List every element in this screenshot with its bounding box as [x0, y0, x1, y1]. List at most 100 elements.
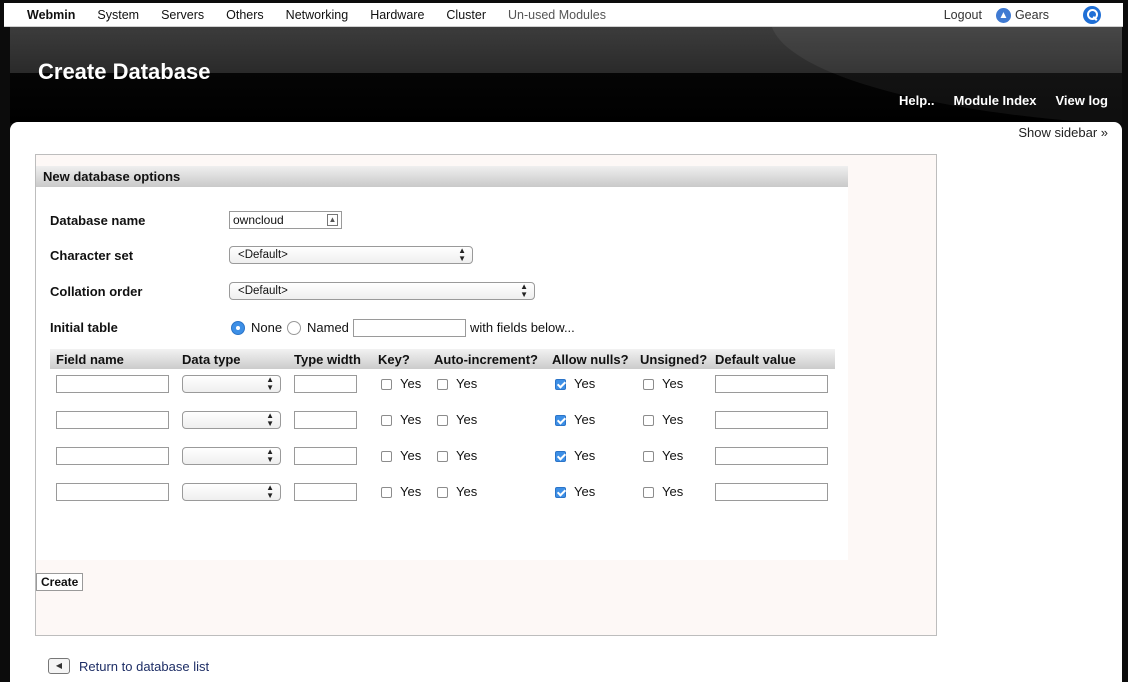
yes-label: Yes: [400, 376, 422, 391]
type-width-input[interactable]: [294, 447, 357, 465]
menu-hardware[interactable]: Hardware: [370, 8, 424, 22]
header-decoration: [770, 27, 1122, 123]
col-default-value: Default value: [715, 352, 796, 367]
none-radio[interactable]: [231, 321, 245, 335]
contact-card-icon[interactable]: ▲: [327, 214, 338, 226]
collation-select[interactable]: <Default> ▲ ▼: [229, 282, 535, 300]
charset-select[interactable]: <Default> ▲ ▼: [229, 246, 473, 264]
unsigned-checkbox[interactable]: [643, 487, 654, 498]
return-link-label: Return to database list: [79, 658, 210, 674]
auto-increment-checkbox[interactable]: [437, 415, 448, 426]
logout-link[interactable]: Logout: [944, 8, 982, 22]
gears-label: Gears: [1014, 8, 1049, 22]
yes-label: Yes: [456, 376, 478, 391]
yes-label: Yes: [456, 412, 478, 427]
key-checkbox[interactable]: [381, 415, 392, 426]
default-value-input[interactable]: [715, 375, 828, 393]
top-menu-bar: Webmin System Servers Others Networking …: [4, 3, 1123, 27]
col-allow-nulls: Allow nulls?: [552, 352, 629, 367]
select-arrows-icon: ▲ ▼: [266, 411, 274, 428]
select-arrows-icon: ▲ ▼: [266, 375, 274, 392]
header-links: Help.. Module Index View log: [880, 93, 1108, 108]
menu-cluster[interactable]: Cluster: [446, 8, 486, 22]
named-label: Named: [307, 320, 349, 335]
field-name-input[interactable]: [56, 447, 169, 465]
key-checkbox[interactable]: [381, 451, 392, 462]
col-unsigned: Unsigned?: [640, 352, 708, 367]
yes-label: Yes: [574, 448, 596, 463]
db-name-value: owncloud: [233, 213, 284, 227]
top-right-controls: Logout ▲ Gears: [944, 3, 1123, 27]
unsigned-checkbox[interactable]: [643, 379, 654, 390]
help-link[interactable]: Help..: [899, 93, 934, 108]
named-table-input[interactable]: [353, 319, 466, 337]
menu-unused-modules[interactable]: Un-used Modules: [508, 8, 606, 22]
auto-increment-checkbox[interactable]: [437, 451, 448, 462]
menu-networking[interactable]: Networking: [286, 8, 349, 22]
data-type-select[interactable]: ▲ ▼: [182, 411, 281, 429]
return-link[interactable]: ◀ Return to database list: [48, 658, 209, 674]
view-log-link[interactable]: View log: [1056, 93, 1109, 108]
show-sidebar-link[interactable]: Show sidebar »: [1018, 125, 1108, 140]
yes-label: Yes: [400, 484, 422, 499]
select-arrows-icon: ▲ ▼: [266, 447, 274, 464]
allow-nulls-checkbox[interactable]: [555, 415, 566, 426]
field-name-input[interactable]: [56, 411, 169, 429]
yes-label: Yes: [662, 484, 684, 499]
auto-increment-checkbox[interactable]: [437, 487, 448, 498]
yes-label: Yes: [662, 412, 684, 427]
menu-others[interactable]: Others: [226, 8, 264, 22]
key-checkbox[interactable]: [381, 379, 392, 390]
col-data-type: Data type: [182, 352, 241, 367]
module-index-link[interactable]: Module Index: [953, 93, 1036, 108]
yes-label: Yes: [574, 376, 596, 391]
menu-servers[interactable]: Servers: [161, 8, 204, 22]
back-arrow-icon: ◀: [48, 658, 70, 674]
gears-link[interactable]: ▲ Gears: [995, 7, 1049, 23]
db-name-input[interactable]: owncloud ▲: [229, 211, 342, 229]
form-panel: New database options Database name owncl…: [35, 154, 937, 636]
charset-label: Character set: [50, 248, 134, 263]
default-value-input[interactable]: [715, 483, 828, 501]
default-value-input[interactable]: [715, 447, 828, 465]
fields-below-text: with fields below...: [470, 320, 575, 335]
main-nav: Webmin System Servers Others Networking …: [4, 3, 606, 27]
named-radio[interactable]: [287, 321, 301, 335]
allow-nulls-checkbox[interactable]: [555, 379, 566, 390]
search-icon[interactable]: [1083, 6, 1101, 24]
collation-value: <Default>: [238, 285, 288, 297]
col-key: Key?: [378, 352, 410, 367]
menu-system[interactable]: System: [97, 8, 139, 22]
type-width-input[interactable]: [294, 375, 357, 393]
section-title: New database options: [36, 166, 848, 187]
select-arrows-icon: ▲ ▼: [520, 282, 528, 299]
page-title: Create Database: [38, 59, 211, 84]
create-button[interactable]: Create: [36, 573, 84, 591]
page-header: Create Database Help.. Module Index View…: [10, 27, 1122, 123]
fields-table-header: Field name Data type Type width Key? Aut…: [50, 349, 835, 369]
unsigned-checkbox[interactable]: [643, 415, 654, 426]
yes-label: Yes: [662, 376, 684, 391]
arrow-up-icon: ▲: [995, 7, 1011, 23]
yes-label: Yes: [456, 448, 478, 463]
data-type-select[interactable]: ▲ ▼: [182, 375, 281, 393]
type-width-input[interactable]: [294, 483, 357, 501]
select-arrows-icon: ▲ ▼: [458, 246, 466, 263]
type-width-input[interactable]: [294, 411, 357, 429]
allow-nulls-checkbox[interactable]: [555, 451, 566, 462]
yes-label: Yes: [662, 448, 684, 463]
field-name-input[interactable]: [56, 375, 169, 393]
auto-increment-checkbox[interactable]: [437, 379, 448, 390]
default-value-input[interactable]: [715, 411, 828, 429]
key-checkbox[interactable]: [381, 487, 392, 498]
allow-nulls-checkbox[interactable]: [555, 487, 566, 498]
data-type-select[interactable]: ▲ ▼: [182, 447, 281, 465]
unsigned-checkbox[interactable]: [643, 451, 654, 462]
menu-webmin[interactable]: Webmin: [27, 8, 75, 22]
field-name-input[interactable]: [56, 483, 169, 501]
initial-table-label: Initial table: [50, 320, 118, 335]
data-type-select[interactable]: ▲ ▼: [182, 483, 281, 501]
col-field-name: Field name: [56, 352, 124, 367]
yes-label: Yes: [574, 412, 596, 427]
collation-label: Collation order: [50, 284, 143, 299]
